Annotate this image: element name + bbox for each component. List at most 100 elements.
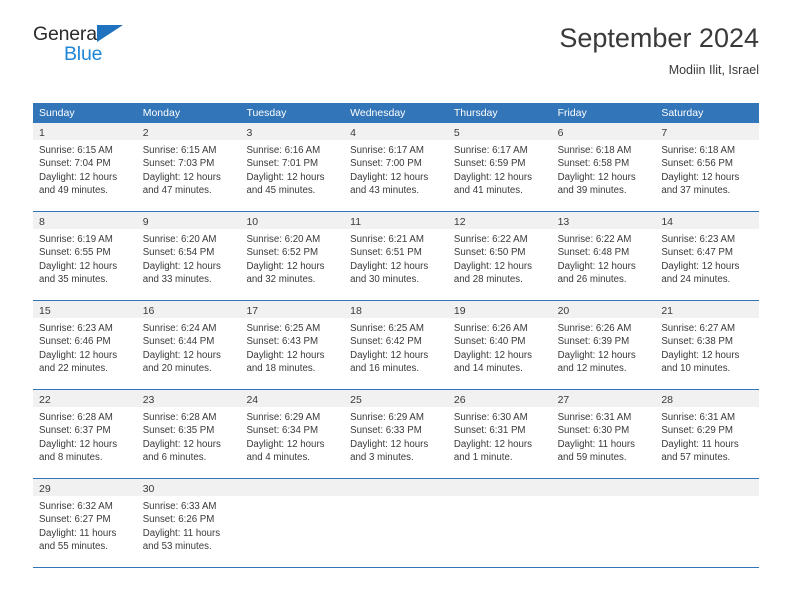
calendar-day-cell[interactable]: 19 Sunrise: 6:26 AM Sunset: 6:40 PM Dayligh… [447,301,552,389]
day-number-band: 8 [33,212,137,229]
daylight-text: Daylight: 12 hours and 18 minutes. [246,349,325,374]
day-number: 2 [142,127,149,139]
calendar-day-cell[interactable]: 25 Sunrise: 6:29 AM Sunset: 6:33 PM Dayligh… [344,390,448,478]
sunrise-text: Sunrise: 6:18 AM [557,145,632,156]
sunrise-text: Sunrise: 6:33 AM [142,501,217,512]
sunset-text: Sunset: 6:26 PM [142,514,215,526]
calendar-day-cell[interactable]: 23 Sunrise: 6:28 AM Sunset: 6:35 PM Dayligh… [136,390,241,478]
calendar-day-cell[interactable]: 30 Sunrise: 6:33 AM Sunset: 6:26 PM Dayligh… [136,479,241,567]
day-number: 21 [661,305,673,317]
calendar-day-cell[interactable]: 13 Sunrise: 6:22 AM Sunset: 6:48 PM Dayligh… [551,212,656,300]
sunrise-text: Sunrise: 6:26 AM [453,323,528,334]
calendar-day-cell[interactable]: 14 Sunrise: 6:23 AM Sunset: 6:47 PM Dayligh… [655,212,760,300]
day-number: 18 [350,305,362,317]
calendar-day-cell[interactable]: 21 Sunrise: 6:27 AM Sunset: 6:38 PM Dayligh… [655,301,760,389]
sunrise-text: Sunrise: 6:27 AM [661,323,736,334]
day-details: Sunrise: 6:28 AM Sunset: 6:37 PM Daylight:… [33,407,137,464]
day-number: 4 [350,127,356,139]
day-number: 14 [661,216,673,228]
generalblue-logo[interactable]: General Blue [33,24,253,74]
sunset-text: Sunset: 6:30 PM [557,425,630,437]
calendar-day-cell[interactable]: 5 Sunrise: 6:17 AM Sunset: 6:59 PM Daylight… [447,123,552,211]
calendar-day-cell[interactable]: 24 Sunrise: 6:29 AM Sunset: 6:34 PM Dayligh… [240,390,345,478]
sunset-text: Sunset: 6:39 PM [557,336,630,348]
calendar-day-cell[interactable]: 2 Sunrise: 6:15 AM Sunset: 7:03 PM Daylight… [136,123,241,211]
daylight-text: Daylight: 12 hours and 22 minutes. [39,349,118,374]
logo-triangle-icon [97,25,123,42]
calendar-day-cell[interactable]: 18 Sunrise: 6:25 AM Sunset: 6:42 PM Dayligh… [344,301,448,389]
sunrise-text: Sunrise: 6:29 AM [246,412,321,423]
daylight-text: Daylight: 12 hours and 37 minutes. [661,171,740,196]
day-details: Sunrise: 6:33 AM Sunset: 6:26 PM Daylight:… [137,496,241,553]
day-number-band: 15 [33,301,137,318]
calendar-day-cell[interactable]: 7 Sunrise: 6:18 AM Sunset: 6:56 PM Daylight… [655,123,760,211]
day-details: Sunrise: 6:29 AM Sunset: 6:33 PM Daylight:… [344,407,448,464]
weekday-thursday: Thursday [453,107,498,119]
day-details: Sunrise: 6:26 AM Sunset: 6:40 PM Daylight:… [448,318,552,375]
calendar-day-cell[interactable]: 1 Sunrise: 6:15 AM Sunset: 7:04 PM Daylight… [33,123,137,211]
weekday-saturday: Saturday [661,107,704,119]
day-details: Sunrise: 6:15 AM Sunset: 7:04 PM Daylight:… [33,140,137,197]
sunrise-text: Sunrise: 6:25 AM [246,323,321,334]
calendar-day-cell[interactable]: 28 Sunrise: 6:31 AM Sunset: 6:29 PM Dayligh… [655,390,760,478]
sunrise-text: Sunrise: 6:22 AM [453,234,528,245]
sunrise-text: Sunrise: 6:26 AM [557,323,632,334]
daylight-text: Daylight: 12 hours and 41 minutes. [453,171,532,196]
day-number-band: 10 [240,212,345,229]
sunset-text: Sunset: 6:33 PM [350,425,422,437]
calendar-day-cell[interactable]: 16 Sunrise: 6:24 AM Sunset: 6:44 PM Dayligh… [136,301,241,389]
sunset-text: Sunset: 6:29 PM [661,425,733,437]
sunrise-text: Sunrise: 6:22 AM [557,234,632,245]
sunset-text: Sunset: 6:56 PM [661,158,733,170]
day-number: 1 [39,127,45,139]
calendar-day-cell[interactable]: 20 Sunrise: 6:26 AM Sunset: 6:39 PM Dayligh… [551,301,656,389]
calendar-day-cell[interactable]: 29 Sunrise: 6:32 AM Sunset: 6:27 PM Dayligh… [33,479,137,567]
day-number: 10 [246,216,259,228]
calendar-day-cell[interactable]: 11 Sunrise: 6:21 AM Sunset: 6:51 PM Dayligh… [344,212,448,300]
day-number: 3 [246,127,253,139]
sunrise-text: Sunrise: 6:29 AM [350,412,424,423]
day-number: 27 [557,394,570,406]
day-number: 23 [142,394,155,406]
calendar-day-cell[interactable]: 10 Sunrise: 6:20 AM Sunset: 6:52 PM Dayligh… [240,212,345,300]
day-number-band: 17 [240,301,345,318]
sunrise-text: Sunrise: 6:20 AM [142,234,217,245]
calendar-day-cell[interactable]: 17 Sunrise: 6:25 AM Sunset: 6:43 PM Dayligh… [240,301,345,389]
calendar-day-cell[interactable]: 12 Sunrise: 6:22 AM Sunset: 6:50 PM Dayligh… [447,212,552,300]
calendar-day-cell[interactable]: 6 Sunrise: 6:18 AM Sunset: 6:58 PM Daylight… [551,123,656,211]
sunset-text: Sunset: 6:31 PM [453,425,526,437]
daylight-text: Daylight: 12 hours and 43 minutes. [350,171,429,196]
title-block: September 2024 Modiin Ilit, Israel [559,22,759,78]
sunrise-text: Sunrise: 6:16 AM [246,145,321,156]
daylight-text: Daylight: 12 hours and 32 minutes. [246,260,325,285]
calendar-week-row: 15 Sunrise: 6:23 AM Sunset: 6:46 PM Dayligh… [33,300,760,389]
sunrise-text: Sunrise: 6:15 AM [142,145,217,156]
calendar-day-cell[interactable]: 22 Sunrise: 6:28 AM Sunset: 6:37 PM Dayligh… [33,390,137,478]
day-details: Sunrise: 6:22 AM Sunset: 6:48 PM Daylight:… [552,229,656,286]
sunrise-text: Sunrise: 6:19 AM [39,234,113,245]
sunset-text: Sunset: 6:37 PM [39,425,111,437]
sunset-text: Sunset: 7:03 PM [142,158,215,170]
sunrise-text: Sunrise: 6:20 AM [246,234,321,245]
calendar-day-cell[interactable]: 8 Sunrise: 6:19 AM Sunset: 6:55 PM Daylight… [33,212,137,300]
day-number: 9 [142,216,149,228]
day-number-band: 6 [551,123,656,140]
calendar-day-cell[interactable]: 4 Sunrise: 6:17 AM Sunset: 7:00 PM Daylight… [344,123,448,211]
calendar-day-cell[interactable]: 9 Sunrise: 6:20 AM Sunset: 6:54 PM Daylight… [136,212,241,300]
sunset-text: Sunset: 6:27 PM [39,514,111,526]
calendar-day-cell[interactable]: 3 Sunrise: 6:16 AM Sunset: 7:01 PM Daylight… [240,123,345,211]
calendar-page: General Blue September 2024 Modiin Ilit,… [0,0,792,612]
day-details: Sunrise: 6:27 AM Sunset: 6:38 PM Daylight:… [655,318,759,375]
daylight-text: Daylight: 12 hours and 10 minutes. [661,349,740,374]
day-details: Sunrise: 6:17 AM Sunset: 7:00 PM Daylight:… [344,140,448,197]
calendar-day-cell[interactable]: 26 Sunrise: 6:30 AM Sunset: 6:31 PM Dayligh… [447,390,552,478]
day-number-band [447,479,552,496]
calendar-day-cell[interactable]: 27 Sunrise: 6:31 AM Sunset: 6:30 PM Dayligh… [551,390,656,478]
day-number: 16 [142,305,155,317]
daylight-text: Daylight: 12 hours and 6 minutes. [142,438,221,463]
day-number-band: 3 [240,123,345,140]
daylight-text: Daylight: 11 hours and 59 minutes. [557,438,635,463]
day-details: Sunrise: 6:26 AM Sunset: 6:39 PM Daylight:… [552,318,656,375]
day-number-band: 9 [136,212,241,229]
calendar-day-cell[interactable]: 15 Sunrise: 6:23 AM Sunset: 6:46 PM Dayligh… [33,301,137,389]
